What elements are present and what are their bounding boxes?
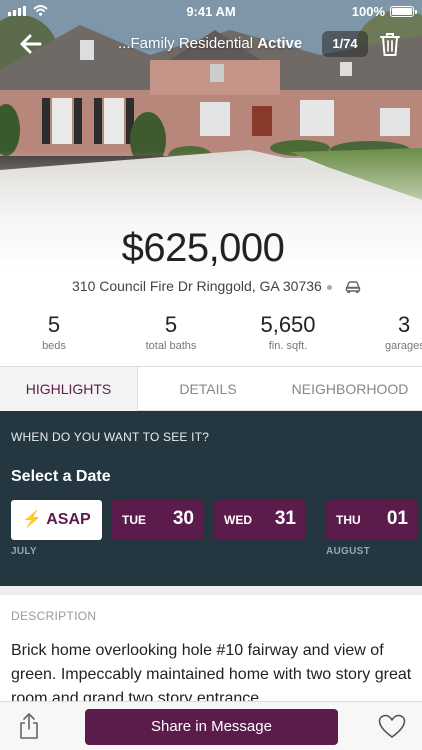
stat-value: 5,650 [260,312,316,337]
listing-price: $625,000 [121,226,285,270]
listing-status: Active [257,35,303,52]
select-date-heading: Select a Date [11,468,111,485]
stat-label: beds [42,340,66,352]
address-row: 310 Council Fire Dr Ringgold, GA 30736 [0,276,422,298]
stat-value: 3 [398,312,411,337]
detail-tabs: HIGHLIGHTS DETAILS NEIGHBORHOOD [0,366,422,411]
schedule-question: WHEN DO YOU WANT TO SEE IT? [11,430,210,444]
listing-address[interactable]: 310 Council Fire Dr Ringgold, GA 30736 [72,278,322,294]
status-bar: 9:41 AM 100% [0,0,422,22]
asap-button[interactable]: ⚡ ASAP [11,500,102,540]
stat-baths: 5 total baths [121,312,221,352]
stat-label: garages [385,340,422,352]
date-dow: TUE [122,513,146,527]
bottom-action-bar: Share in Message [0,701,422,750]
share-icon[interactable] [18,712,40,740]
stat-value: 5 [164,312,178,337]
battery-percent: 100% [351,4,385,19]
month-label-july: JULY [11,546,37,557]
date-day: 01 [386,508,408,529]
stat-beds: 5 beds [4,312,104,352]
stat-label: fin. sqft. [268,340,308,352]
stat-garages: 3 garages [355,312,422,352]
date-day: 30 [172,508,194,529]
top-nav: ...Family Residential Active 1/74 [0,28,422,60]
separator-dot [327,285,332,290]
stat-sqft: 5,650 fin. sqft. [238,312,338,352]
battery-icon [390,6,417,17]
description-label: DESCRIPTION [11,609,97,623]
property-stats: 5 beds 5 total baths 5,650 fin. sqft. 3 … [0,312,422,362]
lightning-bolt-icon: ⚡ [22,511,43,528]
photo-counter: 1/74 [322,31,368,57]
date-dow: THU [336,513,361,527]
heart-icon[interactable] [378,714,406,739]
date-dow: WED [224,513,252,527]
battery-status: 100% [351,4,417,19]
month-label-august: AUGUST [326,546,371,557]
trash-icon[interactable] [378,30,402,58]
date-button-tue-30[interactable]: TUE 30 [112,500,204,540]
share-in-message-button[interactable]: Share in Message [85,709,338,745]
date-day: 31 [274,508,296,529]
listing-photo[interactable]: 9:41 AM 100% ...Family Residential Activ… [0,0,422,275]
section-divider [0,586,422,595]
stat-value: 5 [47,312,61,337]
date-button-thu-01[interactable]: THU 01 [326,500,418,540]
tab-highlights[interactable]: HIGHLIGHTS [0,367,138,411]
schedule-showing-panel: WHEN DO YOU WANT TO SEE IT? Select a Dat… [0,411,422,586]
stat-label: total baths [145,340,197,352]
back-arrow-icon[interactable] [16,30,46,58]
description-text: Brick home overlooking hole #10 fairway … [11,642,412,701]
listing-type: ...Family Residential [118,35,254,52]
car-icon[interactable] [345,280,361,294]
asap-label: ASAP [46,511,91,528]
tab-details[interactable]: DETAILS [138,367,278,411]
listing-title: ...Family Residential Active [118,35,302,52]
date-button-wed-31[interactable]: WED 31 [214,500,306,540]
tab-neighborhood[interactable]: NEIGHBORHOOD [278,367,422,411]
